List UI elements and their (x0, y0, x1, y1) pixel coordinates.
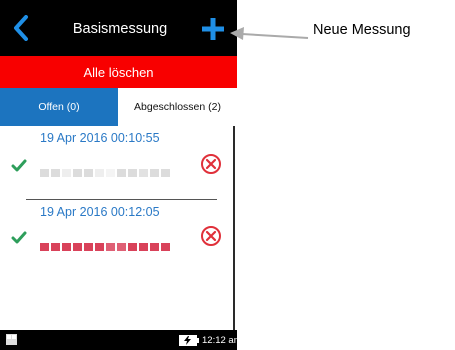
measurement-segment (84, 243, 93, 251)
measurement-segment (40, 169, 49, 177)
measurement-timestamp: 19 Apr 2016 00:10:55 (40, 131, 160, 145)
measurement-row[interactable]: 19 Apr 2016 00:10:55 (0, 131, 232, 201)
scrollbar[interactable] (233, 126, 235, 330)
plus-icon (202, 18, 224, 40)
measurement-segment (117, 243, 126, 251)
callout-label: Neue Messung (313, 22, 411, 38)
title-bar: Basismessung (0, 0, 237, 56)
measurement-segment (84, 169, 93, 177)
check-icon (11, 159, 27, 172)
measurement-segment (73, 243, 82, 251)
back-button[interactable] (6, 12, 36, 44)
measurement-segment (139, 243, 148, 251)
measurement-timestamp: 19 Apr 2016 00:12:05 (40, 205, 160, 219)
measurement-bar (40, 243, 172, 251)
tab-open[interactable]: Offen (0) (0, 88, 118, 126)
phone-screen: Basismessung Alle löschen Offen (0) Abge… (0, 0, 237, 350)
measurement-bar (40, 169, 172, 177)
measurement-segment (106, 243, 115, 251)
measurement-segment (150, 169, 159, 177)
measurement-segment (51, 243, 60, 251)
close-circle-icon[interactable] (200, 153, 222, 175)
list-divider (26, 199, 217, 200)
grid-icon (6, 334, 17, 345)
measurement-segment (106, 169, 115, 177)
measurement-segment (139, 169, 148, 177)
delete-all-button[interactable]: Alle löschen (0, 56, 237, 88)
tab-completed[interactable]: Abgeschlossen (2) (118, 88, 237, 126)
chevron-left-icon (14, 15, 28, 41)
measurement-segment (161, 243, 170, 251)
status-clock: 12:12 am (202, 335, 237, 346)
battery-charging-icon (179, 335, 199, 346)
tab-bar: Offen (0) Abgeschlossen (2) (0, 88, 237, 126)
measurement-segment (40, 243, 49, 251)
measurement-segment (150, 243, 159, 251)
measurement-segment (95, 243, 104, 251)
measurement-segment (73, 169, 82, 177)
measurement-segment (161, 169, 170, 177)
measurement-segment (117, 169, 126, 177)
close-circle-icon[interactable] (200, 225, 222, 247)
callout-arrow-icon (230, 27, 309, 40)
measurement-segment (62, 169, 71, 177)
status-bar: 12:12 am (0, 330, 237, 350)
measurement-segment (95, 169, 104, 177)
measurement-segment (62, 243, 71, 251)
measurement-segment (128, 169, 137, 177)
measurement-segment (128, 243, 137, 251)
measurement-row[interactable]: 19 Apr 2016 00:12:05 (0, 205, 232, 275)
check-icon (11, 231, 27, 244)
measurement-segment (51, 169, 60, 177)
screen-title: Basismessung (72, 21, 168, 37)
add-measurement-button[interactable] (197, 13, 229, 45)
